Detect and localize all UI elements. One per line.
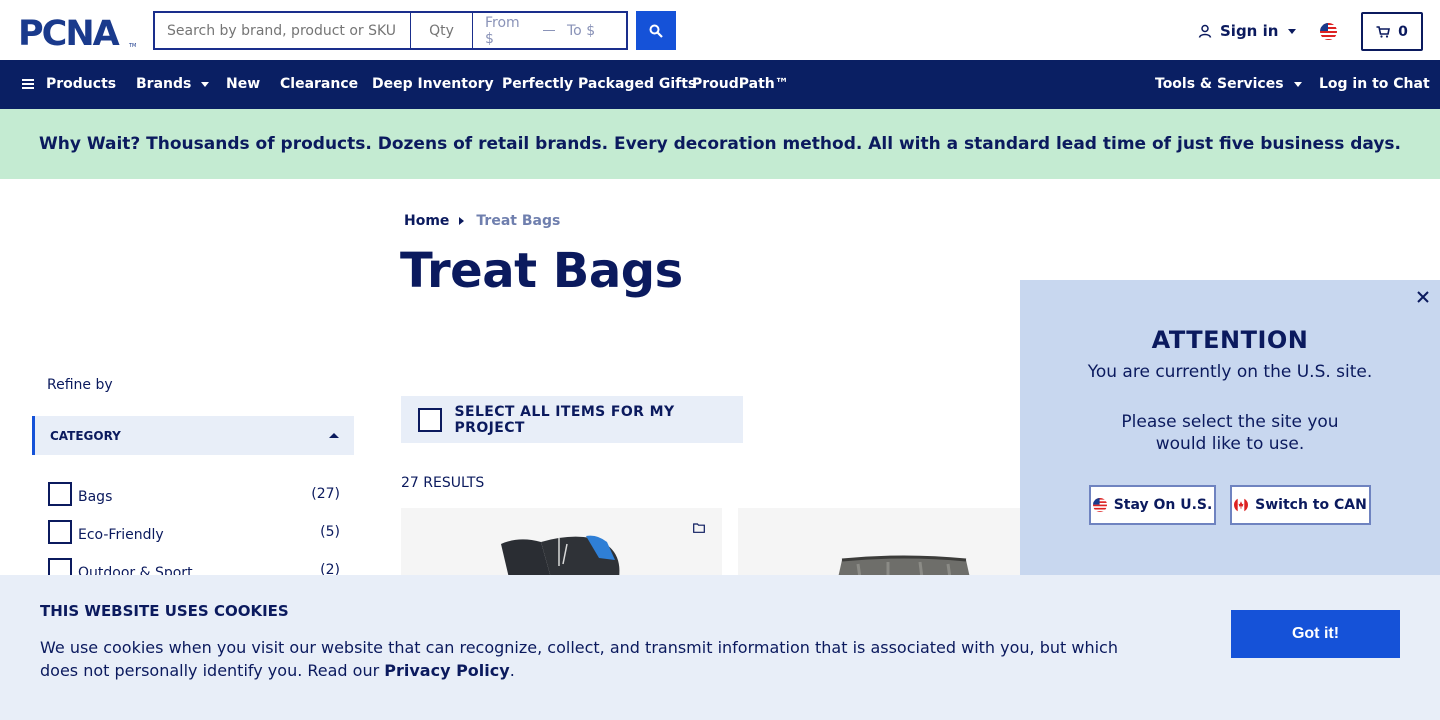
breadcrumb: Home Treat Bags bbox=[404, 213, 560, 229]
results-count: 27 RESULTS bbox=[401, 475, 485, 491]
select-all-label: SELECT ALL ITEMS FOR MY PROJECT bbox=[454, 403, 675, 436]
chevron-down-icon bbox=[1293, 81, 1302, 87]
us-flag-icon[interactable] bbox=[1320, 23, 1337, 40]
nav-new[interactable]: New bbox=[226, 60, 260, 109]
cookie-banner: THIS WEBSITE USES COOKIES We use cookies… bbox=[0, 575, 1440, 720]
facet-label: Eco-Friendly bbox=[78, 527, 164, 543]
menu-icon bbox=[22, 79, 34, 89]
canada-flag-icon bbox=[1234, 498, 1249, 512]
facet-count: (5) bbox=[320, 524, 340, 540]
select-all-bar[interactable]: SELECT ALL ITEMS FOR MY PROJECT bbox=[401, 396, 743, 443]
nav-products[interactable]: Products bbox=[22, 60, 116, 109]
qty-input[interactable] bbox=[411, 13, 473, 48]
facet-count: (27) bbox=[311, 486, 340, 502]
category-filter-header[interactable]: CATEGORY bbox=[32, 416, 354, 455]
price-range-dash bbox=[543, 30, 555, 31]
price-from-input[interactable]: From $ bbox=[485, 15, 533, 47]
chevron-up-icon bbox=[329, 433, 339, 438]
search-input[interactable] bbox=[155, 13, 411, 48]
promo-banner: Why Wait? Thousands of products. Dozens … bbox=[0, 109, 1440, 179]
sign-in-label: Sign in bbox=[1220, 22, 1279, 40]
nav-proudpath[interactable]: ProudPath™ bbox=[692, 60, 789, 109]
svg-text:TM: TM bbox=[128, 43, 136, 49]
nav-chat[interactable]: Log in to Chat bbox=[1319, 60, 1430, 109]
refine-by-label: Refine by bbox=[47, 377, 113, 393]
privacy-policy-link[interactable]: Privacy Policy bbox=[384, 661, 509, 680]
category-header-label: CATEGORY bbox=[50, 428, 121, 443]
svg-text:PCNA: PCNA bbox=[18, 14, 120, 50]
chevron-down-icon bbox=[1288, 28, 1297, 34]
facet-label: Bags bbox=[78, 489, 113, 505]
cookie-title: THIS WEBSITE USES COOKIES bbox=[40, 602, 289, 620]
nav-tools-services[interactable]: Tools & Services bbox=[1155, 60, 1302, 109]
cookie-body-text: We use cookies when you visit our websit… bbox=[40, 638, 1118, 680]
nav-clearance[interactable]: Clearance bbox=[280, 60, 358, 109]
cookie-text-end: . bbox=[509, 661, 515, 680]
select-all-checkbox[interactable] bbox=[418, 407, 442, 432]
facet-bags[interactable]: Bags (27) bbox=[48, 482, 340, 506]
stay-us-button[interactable]: Stay On U.S. bbox=[1089, 485, 1216, 525]
nav-brands[interactable]: Brands bbox=[136, 60, 210, 109]
facet-checkbox[interactable] bbox=[48, 482, 72, 506]
price-to-input[interactable]: To $ bbox=[567, 23, 615, 39]
us-flag-icon bbox=[1092, 498, 1107, 512]
cart-count: 0 bbox=[1398, 23, 1408, 40]
sign-in-menu[interactable]: Sign in bbox=[1198, 22, 1297, 40]
breadcrumb-home[interactable]: Home bbox=[404, 213, 449, 229]
site-selector-modal: ATTENTION You are currently on the U.S. … bbox=[1020, 280, 1440, 576]
chevron-right-icon bbox=[459, 217, 465, 225]
main-nav: Products Brands New Clearance Deep Inven… bbox=[0, 60, 1440, 109]
facet-checkbox[interactable] bbox=[48, 520, 72, 544]
switch-can-label: Switch to CAN bbox=[1255, 497, 1367, 513]
facet-eco-friendly[interactable]: Eco-Friendly (5) bbox=[48, 520, 340, 544]
nav-gifts[interactable]: Perfectly Packaged Gifts bbox=[502, 60, 696, 109]
modal-title: ATTENTION bbox=[1151, 326, 1309, 354]
nav-brands-label: Brands bbox=[136, 76, 192, 92]
search-button[interactable] bbox=[636, 11, 676, 50]
chevron-down-icon bbox=[201, 81, 210, 87]
site-header: PCNA TM From $ To $ Sign in bbox=[0, 0, 1440, 60]
search-icon bbox=[649, 24, 663, 38]
switch-can-button[interactable]: Switch to CAN bbox=[1230, 485, 1371, 525]
user-icon bbox=[1198, 24, 1212, 38]
breadcrumb-current: Treat Bags bbox=[476, 213, 561, 229]
close-icon[interactable] bbox=[1416, 290, 1430, 304]
nav-tools-label: Tools & Services bbox=[1155, 76, 1284, 92]
nav-products-label: Products bbox=[46, 76, 117, 92]
stay-us-label: Stay On U.S. bbox=[1113, 497, 1213, 513]
cookie-text: We use cookies when you visit our websit… bbox=[40, 636, 1140, 682]
modal-prompt: Please select the site you would like to… bbox=[1121, 412, 1339, 454]
cart-button[interactable]: 0 bbox=[1361, 12, 1423, 51]
pcna-logo[interactable]: PCNA TM bbox=[18, 14, 136, 50]
promo-text: Why Wait? Thousands of products. Dozens … bbox=[38, 134, 1402, 154]
price-range: From $ To $ bbox=[473, 13, 626, 48]
accept-cookies-button[interactable]: Got it! bbox=[1231, 610, 1400, 658]
search-bar: From $ To $ bbox=[153, 11, 628, 50]
modal-subtitle: You are currently on the U.S. site. bbox=[1087, 362, 1373, 382]
page-title: Treat Bags bbox=[400, 243, 683, 299]
nav-deep-inventory[interactable]: Deep Inventory bbox=[372, 60, 494, 109]
cart-icon bbox=[1376, 25, 1391, 38]
